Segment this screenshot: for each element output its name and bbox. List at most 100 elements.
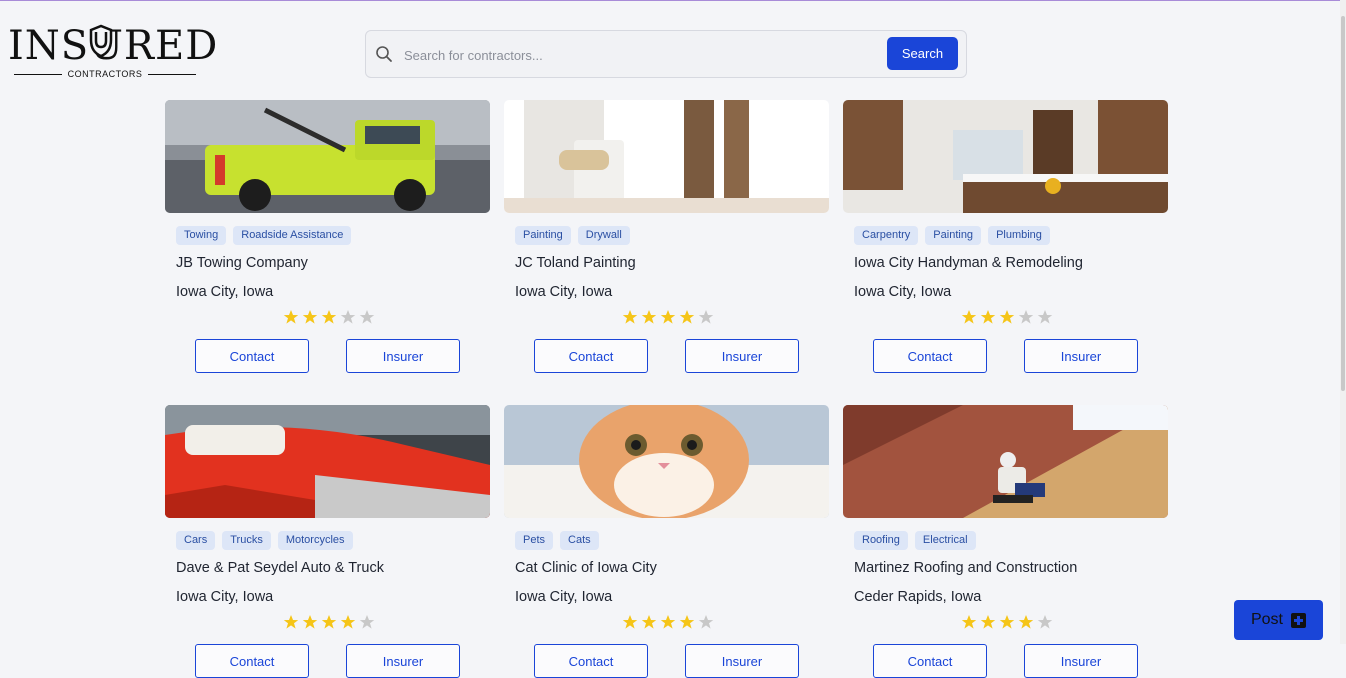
star-filled-icon	[660, 309, 676, 330]
contractor-location: Ceder Rapids, Iowa	[854, 589, 982, 605]
star-filled-icon	[961, 614, 977, 635]
tag-list: Pets Cats	[515, 531, 599, 550]
category-tag[interactable]: Painting	[925, 226, 982, 245]
contractor-name[interactable]: Iowa City Handyman & Remodeling	[854, 255, 1083, 271]
tag-list: Carpentry Painting Plumbing	[854, 226, 1050, 245]
search-input[interactable]	[402, 41, 876, 69]
insurer-button[interactable]: Insurer	[346, 339, 460, 373]
tag-list: Towing Roadside Assistance	[176, 226, 352, 245]
scrollbar-thumb[interactable]	[1341, 16, 1345, 391]
category-tag[interactable]: Painting	[515, 226, 571, 245]
search-button[interactable]: Search	[887, 37, 958, 70]
contractor-card: Pets Cats Cat Clinic of Iowa City Iowa Ci…	[504, 405, 829, 678]
contractor-location: Iowa City, Iowa	[515, 284, 613, 300]
star-filled-icon	[980, 309, 996, 330]
red-car-photo[interactable]	[165, 405, 490, 518]
logo[interactable]: INSURED CONTRACTORS	[8, 22, 217, 80]
category-tag[interactable]: Carpentry	[854, 226, 919, 245]
star-filled-icon	[1018, 614, 1034, 635]
star-filled-icon	[340, 614, 356, 635]
category-tag[interactable]: Drywall	[577, 226, 630, 245]
insurer-button[interactable]: Insurer	[1024, 339, 1138, 373]
category-tag[interactable]: Towing	[176, 226, 227, 245]
contractor-card: Carpentry Painting Plumbing Iowa City Hand…	[843, 100, 1168, 373]
post-button[interactable]: Post	[1234, 600, 1323, 640]
contact-button[interactable]: Contact	[195, 644, 309, 678]
contractor-name[interactable]: Dave & Pat Seydel Auto & Truck	[176, 560, 384, 576]
star-rating	[961, 309, 1053, 330]
star-empty-icon	[340, 309, 356, 330]
star-filled-icon	[980, 614, 996, 635]
painter-photo[interactable]	[504, 100, 829, 213]
contact-button[interactable]: Contact	[534, 644, 648, 678]
scrollbar[interactable]	[1340, 0, 1346, 644]
insurer-button[interactable]: Insurer	[685, 644, 799, 678]
insurer-button[interactable]: Insurer	[685, 339, 799, 373]
kitchen-photo[interactable]	[843, 100, 1168, 213]
contact-button[interactable]: Contact	[534, 339, 648, 373]
plus-square-icon	[1291, 612, 1306, 628]
roofer-photo[interactable]	[843, 405, 1168, 518]
star-empty-icon	[698, 614, 714, 635]
star-filled-icon	[321, 309, 337, 330]
insurer-button[interactable]: Insurer	[1024, 644, 1138, 678]
star-filled-icon	[302, 614, 318, 635]
star-rating	[283, 614, 375, 635]
star-filled-icon	[283, 614, 299, 635]
contact-button[interactable]: Contact	[873, 339, 987, 373]
category-tag[interactable]: Pets	[515, 531, 554, 550]
contractor-card: Roofing Electrical Martinez Roofing and C…	[843, 405, 1168, 678]
star-rating	[283, 309, 375, 330]
star-filled-icon	[283, 309, 299, 330]
star-rating	[622, 614, 714, 635]
category-tag[interactable]: Roofing	[854, 531, 908, 550]
star-filled-icon	[961, 309, 977, 330]
logo-subtitle-text: CONTRACTORS	[67, 69, 143, 79]
star-filled-icon	[999, 614, 1015, 635]
category-tag[interactable]: Roadside Assistance	[233, 226, 352, 245]
star-filled-icon	[999, 309, 1015, 330]
contractor-location: Iowa City, Iowa	[515, 589, 613, 605]
star-empty-icon	[359, 614, 375, 635]
star-filled-icon	[679, 309, 695, 330]
contractor-name[interactable]: JC Toland Painting	[515, 255, 636, 271]
star-filled-icon	[660, 614, 676, 635]
category-tag[interactable]: Cars	[176, 531, 216, 550]
contractor-card: Towing Roadside Assistance JB Towing Comp…	[165, 100, 490, 373]
star-empty-icon	[1037, 309, 1053, 330]
category-tag[interactable]: Trucks	[222, 531, 271, 550]
category-tag[interactable]: Plumbing	[988, 226, 1050, 245]
contact-button[interactable]: Contact	[195, 339, 309, 373]
top-border	[0, 0, 1346, 1]
tag-list: Painting Drywall	[515, 226, 630, 245]
contractor-name[interactable]: JB Towing Company	[176, 255, 308, 271]
contractor-name[interactable]: Martinez Roofing and Construction	[854, 560, 1077, 576]
search-bar: Search	[365, 30, 967, 78]
category-tag[interactable]: Electrical	[914, 531, 976, 550]
contractor-location: Iowa City, Iowa	[176, 284, 274, 300]
contact-button[interactable]: Contact	[873, 644, 987, 678]
star-filled-icon	[302, 309, 318, 330]
tag-list: Cars Trucks Motorcycles	[176, 531, 353, 550]
star-filled-icon	[622, 614, 638, 635]
star-rating	[961, 614, 1053, 635]
insurer-button[interactable]: Insurer	[346, 644, 460, 678]
post-button-label: Post	[1250, 611, 1283, 628]
category-tag[interactable]: Cats	[560, 531, 599, 550]
star-rating	[622, 309, 714, 330]
star-filled-icon	[321, 614, 337, 635]
contractor-name[interactable]: Cat Clinic of Iowa City	[515, 560, 657, 576]
contractor-location: Iowa City, Iowa	[854, 284, 952, 300]
star-filled-icon	[622, 309, 638, 330]
star-empty-icon	[1018, 309, 1034, 330]
star-filled-icon	[679, 614, 695, 635]
cat-photo[interactable]	[504, 405, 829, 518]
star-empty-icon	[1037, 614, 1053, 635]
contractor-card: Cars Trucks Motorcycles Dave & Pat Seydel …	[165, 405, 490, 678]
tag-list: Roofing Electrical	[854, 531, 976, 550]
star-empty-icon	[359, 309, 375, 330]
star-filled-icon	[641, 309, 657, 330]
logo-subtitle: CONTRACTORS	[14, 68, 196, 80]
tow-truck-photo[interactable]	[165, 100, 490, 213]
category-tag[interactable]: Motorcycles	[277, 531, 353, 550]
